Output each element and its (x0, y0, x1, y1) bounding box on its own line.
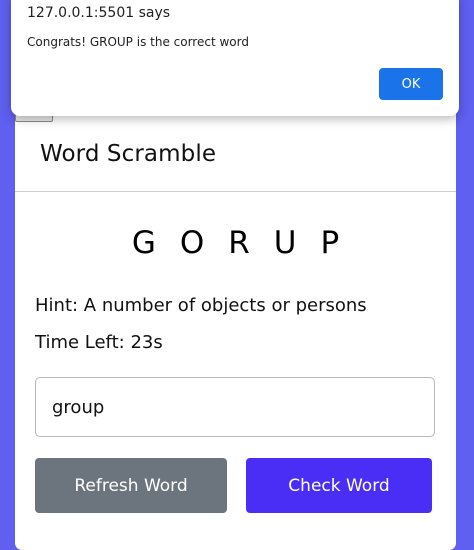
time-label: Time Left: (35, 332, 131, 353)
check-word-button[interactable]: Check Word (246, 458, 432, 513)
alert-dialog: 127.0.0.1:5501 says Congrats! GROUP is t… (11, 0, 459, 116)
hint-label: Hint: (35, 295, 84, 316)
scrambled-word: GORUP (131, 225, 364, 261)
refresh-word-button[interactable]: Refresh Word (35, 458, 227, 513)
dialog-message: Congrats! GROUP is the correct word (27, 35, 249, 49)
word-scramble-card: Word Scramble GORUP Hint: A number of ob… (15, 100, 456, 550)
hint-text: Hint: A number of objects or persons (35, 295, 367, 316)
dialog-ok-button[interactable]: OK (379, 68, 443, 100)
guess-input[interactable] (35, 377, 435, 437)
hint-value: A number of objects or persons (83, 295, 367, 316)
time-value: 23s (130, 332, 163, 353)
dialog-origin: 127.0.0.1:5501 says (27, 5, 171, 21)
time-left: Time Left: 23s (35, 332, 163, 353)
game-title: Word Scramble (40, 141, 217, 167)
